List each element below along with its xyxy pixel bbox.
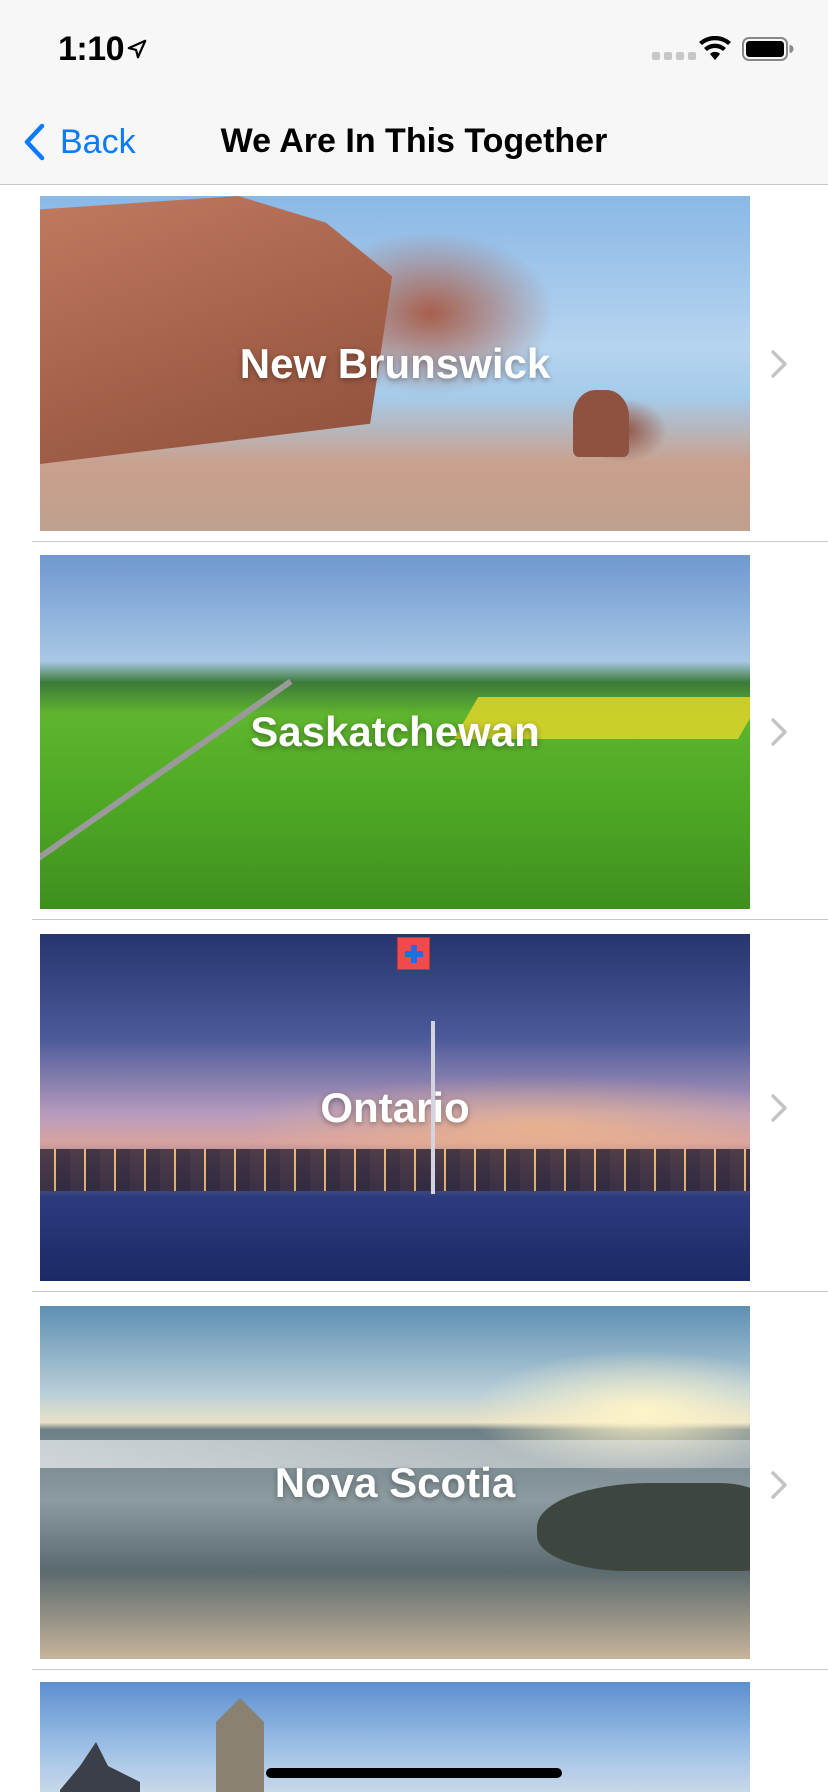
home-indicator: [266, 1768, 562, 1778]
signal-icon: [652, 52, 696, 60]
disclosure-chevron-icon: [771, 718, 787, 746]
disclosure-chevron-icon: [771, 1471, 787, 1499]
wifi-icon: [699, 36, 731, 60]
list-item-new-brunswick[interactable]: New Brunswick: [0, 186, 828, 542]
row-image: Nova Scotia: [40, 1306, 750, 1659]
row-title: New Brunswick: [239, 339, 551, 387]
navigation-bar: Back We Are In This Together: [0, 100, 828, 185]
plus-icon: [404, 944, 423, 963]
list-item-ontario[interactable]: Ontario: [0, 920, 828, 1292]
status-bar: 1:10: [0, 0, 828, 100]
list-item-saskatchewan[interactable]: Saskatchewan: [0, 542, 828, 920]
row-title: Nova Scotia: [274, 1458, 516, 1506]
list-item-nova-scotia[interactable]: Nova Scotia: [0, 1292, 828, 1670]
disclosure-chevron-icon: [771, 350, 787, 378]
status-time: 1:10: [58, 30, 125, 68]
row-image: Ontario: [40, 934, 750, 1281]
row-image: Saskatchewan: [40, 555, 750, 909]
disclosure-chevron-icon: [771, 1094, 787, 1122]
row-image: New Brunswick: [40, 196, 750, 531]
battery-icon: [742, 37, 794, 61]
location-arrow-icon: [127, 39, 147, 59]
row-title: Ontario: [320, 1083, 470, 1131]
row-title: Saskatchewan: [250, 708, 540, 755]
page-title: We Are In This Together: [220, 122, 608, 160]
add-badge-button[interactable]: [397, 937, 430, 970]
